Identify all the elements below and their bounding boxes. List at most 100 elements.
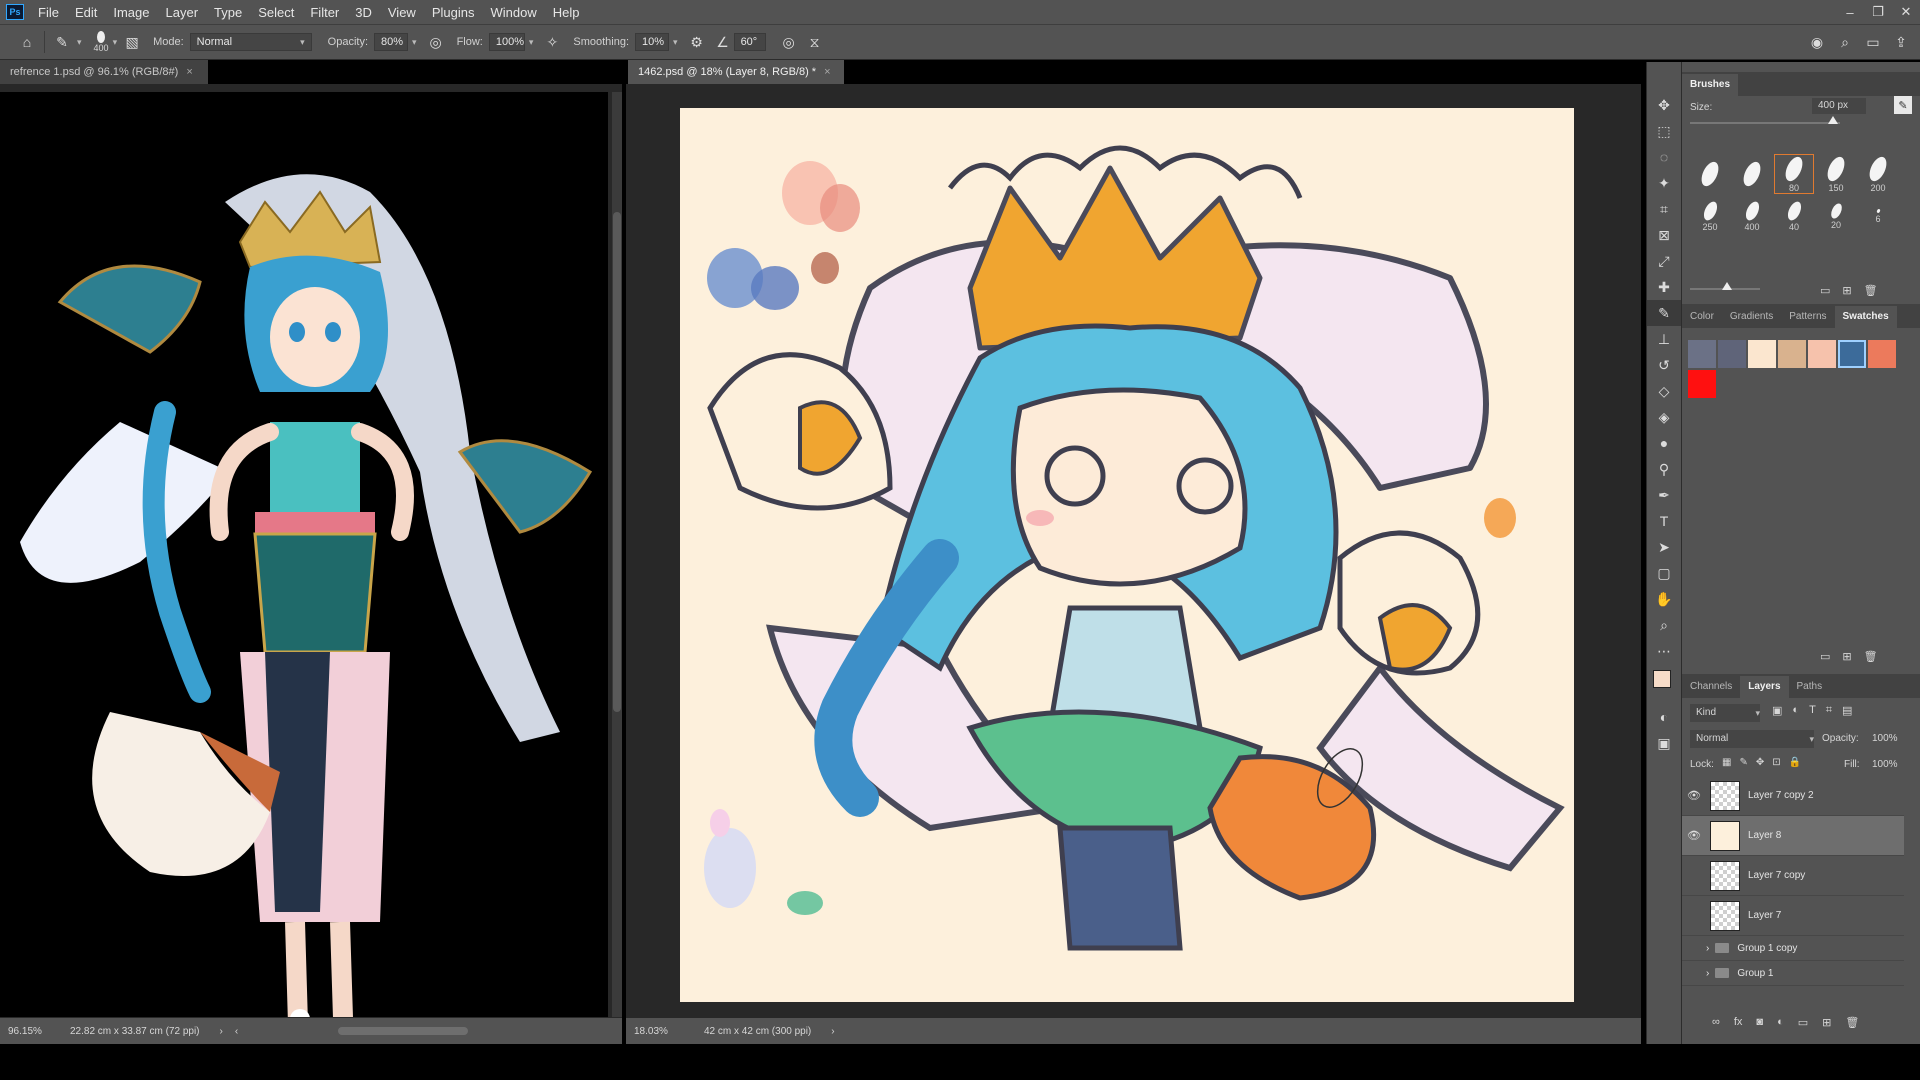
right-zoom-readout[interactable]: 18.03% xyxy=(634,1026,684,1037)
brush-preset-picker[interactable]: 400 xyxy=(94,31,109,53)
chevron-right-icon[interactable]: › xyxy=(1706,943,1709,954)
tab-gradients[interactable]: Gradients xyxy=(1722,306,1781,328)
share-account-icon[interactable]: ◉ xyxy=(1806,31,1828,53)
add-icon[interactable]: ⊞ xyxy=(1842,284,1851,297)
layer-row-selected[interactable]: 👁 Layer 8 xyxy=(1682,816,1904,856)
chevron-left-icon[interactable]: ‹ xyxy=(235,1026,238,1037)
tab-reference-doc[interactable]: refrence 1.psd @ 96.1% (RGB/8#) × xyxy=(0,60,208,84)
brush-preset[interactable]: 20 xyxy=(1816,196,1856,236)
foreground-color-swatch[interactable] xyxy=(1653,670,1671,688)
folder-icon[interactable]: ▭ xyxy=(1820,650,1830,663)
chevron-down-icon[interactable]: ▾ xyxy=(529,37,534,48)
flow-field[interactable]: 100% xyxy=(488,33,525,51)
brush-preset[interactable]: 40 xyxy=(1774,196,1814,236)
color-swatch[interactable] xyxy=(1838,340,1866,368)
brush-preset[interactable] xyxy=(1690,154,1730,194)
tab-layers[interactable]: Layers xyxy=(1740,676,1789,698)
color-swatch[interactable] xyxy=(1778,340,1806,368)
menu-help[interactable]: Help xyxy=(545,5,588,20)
color-swatch[interactable] xyxy=(1868,340,1896,368)
add-icon[interactable]: ⊞ xyxy=(1842,650,1851,663)
brush-preset[interactable]: 6 xyxy=(1858,196,1898,236)
chevron-down-icon[interactable]: ▾ xyxy=(77,37,82,48)
brush-preset[interactable]: 250 xyxy=(1690,196,1730,236)
brush-tool-icon[interactable]: ✎ xyxy=(1647,300,1681,326)
folder-icon[interactable]: ▭ xyxy=(1798,1016,1808,1029)
shape-tool-icon[interactable]: ▢ xyxy=(1647,560,1681,586)
chevron-down-icon[interactable]: ▾ xyxy=(113,37,118,48)
lock-artboard-icon[interactable]: ⊡ xyxy=(1772,757,1780,768)
trash-icon[interactable]: 🗑 xyxy=(1864,284,1878,297)
gear-icon[interactable]: ⚙ xyxy=(686,31,708,53)
menu-window[interactable]: Window xyxy=(482,5,544,20)
hand-tool-icon[interactable]: ✋ xyxy=(1647,586,1681,612)
eraser-icon[interactable]: ◇ xyxy=(1647,378,1681,404)
left-zoom-readout[interactable]: 96.15% xyxy=(8,1026,58,1037)
scroll-thumb[interactable] xyxy=(613,212,621,712)
move-tool-icon[interactable]: ✥ xyxy=(1647,92,1681,118)
image-filter-icon[interactable]: ▣ xyxy=(1772,704,1782,717)
adjustment-filter-icon[interactable]: ◐ xyxy=(1792,704,1799,717)
pen-tool-icon[interactable]: ✒ xyxy=(1647,482,1681,508)
angle-field[interactable]: 60° xyxy=(733,33,766,51)
brush-preset[interactable] xyxy=(1732,154,1772,194)
brush-preset[interactable]: 400 xyxy=(1732,196,1772,236)
menu-view[interactable]: View xyxy=(380,5,424,20)
trash-icon[interactable]: 🗑 xyxy=(1845,1016,1859,1029)
type-tool-icon[interactable]: T xyxy=(1647,508,1681,534)
chevron-down-icon[interactable]: ▾ xyxy=(412,37,417,48)
screen-mode-icon[interactable]: ▣ xyxy=(1647,730,1681,756)
airbrush-icon[interactable]: ✧ xyxy=(541,31,563,53)
color-swatch[interactable] xyxy=(1688,370,1716,398)
layer-filter-dropdown[interactable]: Kind ▾ xyxy=(1690,704,1760,722)
blend-mode-dropdown[interactable]: Normal ▾ xyxy=(1690,730,1814,748)
layer-row[interactable]: Layer 7 copy xyxy=(1682,856,1904,896)
brush-size-field[interactable]: 400 px xyxy=(1812,98,1866,114)
zoom-tool-icon[interactable]: ⌕ xyxy=(1647,612,1681,638)
menu-3d[interactable]: 3D xyxy=(347,5,380,20)
menu-filter[interactable]: Filter xyxy=(302,5,347,20)
home-icon[interactable]: ⌂ xyxy=(16,31,38,53)
brush-preset[interactable]: 200 xyxy=(1858,153,1898,194)
brush-preset[interactable]: 150 xyxy=(1816,153,1856,194)
slider-handle-icon[interactable] xyxy=(1722,282,1732,290)
chevron-right-icon[interactable]: › xyxy=(220,1026,223,1037)
eye-icon[interactable]: 👁 xyxy=(1682,789,1706,802)
stamp-tool-icon[interactable]: ⊥ xyxy=(1647,326,1681,352)
type-filter-icon[interactable]: T xyxy=(1809,704,1816,717)
minimize-icon[interactable]: – xyxy=(1836,0,1864,24)
tab-paths[interactable]: Paths xyxy=(1789,676,1831,698)
layer-row[interactable]: 👁 Layer 7 copy 2 xyxy=(1682,776,1904,816)
color-swatch[interactable] xyxy=(1748,340,1776,368)
workspace-icon[interactable]: ▭ xyxy=(1862,31,1884,53)
crop-tool-icon[interactable]: ⌗ xyxy=(1647,196,1681,222)
menu-type[interactable]: Type xyxy=(206,5,250,20)
frame-tool-icon[interactable]: ⊠ xyxy=(1647,222,1681,248)
brush-settings-icon[interactable]: ✎ xyxy=(1894,96,1912,114)
folder-icon[interactable]: ▭ xyxy=(1820,284,1830,297)
quick-mask-icon[interactable]: ◐ xyxy=(1647,704,1681,730)
magic-wand-icon[interactable]: ✦ xyxy=(1647,170,1681,196)
active-canvas[interactable] xyxy=(680,108,1574,1002)
group-row[interactable]: › Group 1 copy xyxy=(1682,936,1904,961)
dodge-tool-icon[interactable]: ⚲ xyxy=(1647,456,1681,482)
healing-brush-icon[interactable]: ✚ xyxy=(1647,274,1681,300)
more-tools-icon[interactable]: ⋯ xyxy=(1647,638,1681,664)
symmetry-icon[interactable]: ⧖ xyxy=(804,31,826,53)
vertical-scrollbar[interactable] xyxy=(612,92,622,1017)
trash-icon[interactable]: 🗑 xyxy=(1864,650,1878,663)
pressure-opacity-icon[interactable]: ◎ xyxy=(425,31,447,53)
restore-icon[interactable]: ❐ xyxy=(1864,0,1892,24)
chevron-right-icon[interactable]: › xyxy=(831,1026,834,1037)
lock-all-icon[interactable]: 🔒 xyxy=(1789,757,1801,768)
fx-icon[interactable]: fx xyxy=(1734,1016,1743,1029)
chevron-down-icon[interactable]: ▾ xyxy=(673,37,678,48)
close-icon[interactable]: × xyxy=(186,66,192,78)
menu-edit[interactable]: Edit xyxy=(67,5,105,20)
smart-object-filter-icon[interactable]: ▤ xyxy=(1842,704,1852,717)
brush-size-slider[interactable] xyxy=(1690,122,1840,124)
tab-channels[interactable]: Channels xyxy=(1682,676,1740,698)
mode-dropdown[interactable]: Normal ▾ xyxy=(189,33,312,51)
tab-color[interactable]: Color xyxy=(1682,306,1722,328)
brush-tool-icon[interactable]: ✎ xyxy=(51,31,73,53)
